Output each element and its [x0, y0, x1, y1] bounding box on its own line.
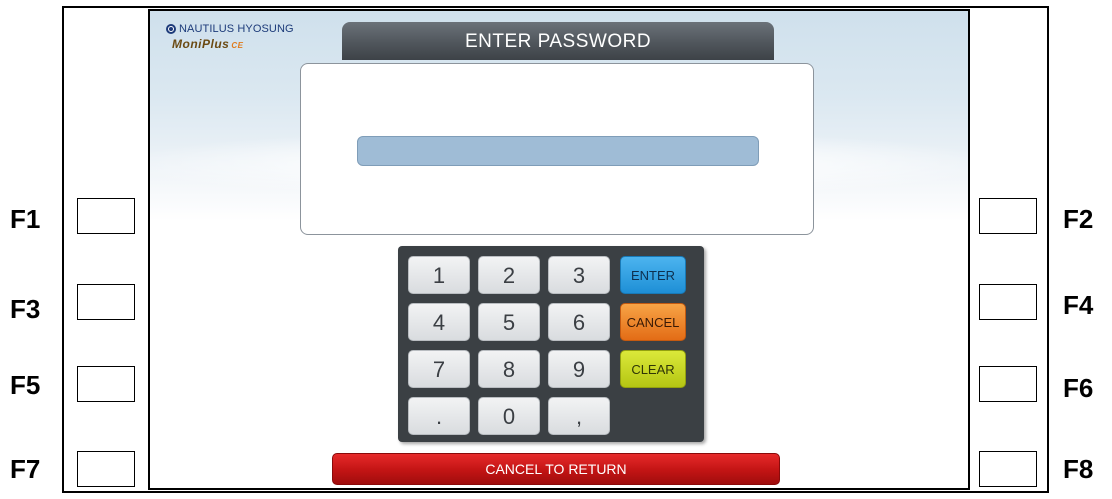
key-3[interactable]: 3 [548, 256, 610, 294]
cancel-to-return-button[interactable]: CANCEL TO RETURN [332, 453, 780, 485]
key-comma[interactable]: , [548, 397, 610, 435]
f4-button[interactable] [979, 284, 1037, 320]
globe-icon [166, 24, 176, 34]
page-title: ENTER PASSWORD [342, 22, 774, 60]
f6-button[interactable] [979, 366, 1037, 402]
key-7[interactable]: 7 [408, 350, 470, 388]
f7-button[interactable] [77, 451, 135, 487]
f2-button[interactable] [979, 198, 1037, 234]
product-line: MoniPlus CE [172, 37, 294, 51]
f1-label: F1 [10, 204, 41, 234]
password-panel [300, 63, 814, 235]
key-5[interactable]: 5 [478, 303, 540, 341]
product-suffix: CE [231, 41, 244, 50]
cancel-button[interactable]: CANCEL [620, 303, 686, 341]
f3-label: F3 [10, 294, 41, 324]
brand-name: NAUTILUS HYOSUNG [179, 23, 294, 35]
key-4[interactable]: 4 [408, 303, 470, 341]
clear-button[interactable]: CLEAR [620, 350, 686, 388]
key-6[interactable]: 6 [548, 303, 610, 341]
key-decimal[interactable]: . [408, 397, 470, 435]
f8-label: F8 [1063, 454, 1094, 484]
f2-label: F2 [1063, 204, 1094, 234]
atm-screen: NAUTILUS HYOSUNG MoniPlus CE ENTER PASSWO… [148, 9, 970, 490]
f5-label: F5 [10, 370, 41, 400]
key-9[interactable]: 9 [548, 350, 610, 388]
key-1[interactable]: 1 [408, 256, 470, 294]
key-8[interactable]: 8 [478, 350, 540, 388]
f4-label: F4 [1063, 290, 1094, 320]
key-0[interactable]: 0 [478, 397, 540, 435]
brand-logo: NAUTILUS HYOSUNG MoniPlus CE [166, 23, 294, 51]
f3-button[interactable] [77, 284, 135, 320]
f8-button[interactable] [979, 451, 1037, 487]
keypad: 1 2 3 ENTER 4 5 6 CANCEL 7 8 9 CLEAR . 0… [398, 246, 704, 442]
f7-label: F7 [10, 454, 41, 484]
brand-line: NAUTILUS HYOSUNG [166, 23, 294, 35]
f1-button[interactable] [77, 198, 135, 234]
product-name: MoniPlus [172, 37, 230, 51]
enter-button[interactable]: ENTER [620, 256, 686, 294]
key-2[interactable]: 2 [478, 256, 540, 294]
f5-button[interactable] [77, 366, 135, 402]
password-input[interactable] [357, 136, 759, 166]
f6-label: F6 [1063, 373, 1094, 403]
